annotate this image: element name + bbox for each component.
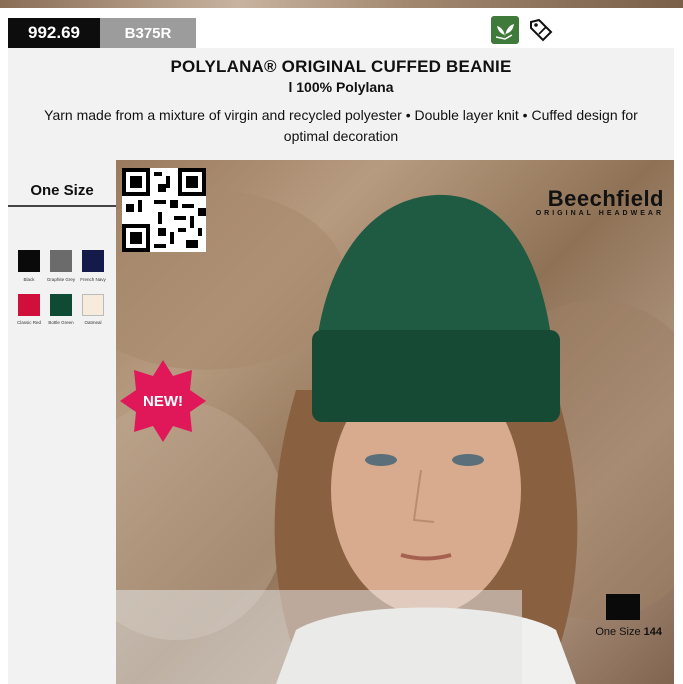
size-divider xyxy=(8,205,116,207)
price-code-text: 992.69 xyxy=(28,23,80,42)
new-badge-text: NEW! xyxy=(143,392,183,410)
swatch-label-oatmeal: Oatmeal xyxy=(84,320,102,325)
brand-logo: Beechfield ORIGINAL HEADWEAR xyxy=(535,186,664,218)
size-heading: One Size xyxy=(30,182,94,199)
qr-code[interactable] xyxy=(122,168,206,252)
carton-size: One Size 144 xyxy=(576,626,662,638)
product-header: POLYLANA® ORIGINAL CUFFED BEANIE l 100% … xyxy=(8,48,674,160)
photo-bottom-panel xyxy=(116,590,522,684)
size-color-sidebar: One Size Black Graphite Grey French Navy… xyxy=(8,160,116,684)
swatch-bottle-green[interactable] xyxy=(50,294,72,316)
product-title: POLYLANA® ORIGINAL CUFFED BEANIE xyxy=(170,57,512,76)
new-badge: NEW! xyxy=(120,358,206,444)
swatch-label-french-navy: French Navy xyxy=(80,277,106,282)
sku-code: B375R xyxy=(100,18,196,48)
swatch-french-navy[interactable] xyxy=(82,250,104,272)
brand-tagline: ORIGINAL HEADWEAR xyxy=(535,210,664,217)
swatch-black[interactable] xyxy=(18,250,40,272)
swatch-graphite-grey[interactable] xyxy=(50,250,72,272)
product-photo: Beechfield ORIGINAL HEADWEAR NEW! One Si… xyxy=(116,160,674,684)
carton-size-label: One Size xyxy=(595,626,644,638)
carton-box-icon xyxy=(606,594,640,620)
product-subtitle: l 100% Polylana xyxy=(288,79,394,95)
product-description: Yarn made from a mixture of virgin and r… xyxy=(44,107,638,144)
swatch-classic-red[interactable] xyxy=(18,294,40,316)
price-code: 992.69 xyxy=(8,18,100,48)
eco-leaf-icon xyxy=(491,16,519,44)
swatch-oatmeal[interactable] xyxy=(82,294,104,316)
top-photo-strip xyxy=(0,0,683,8)
brand-name: Beechfield xyxy=(547,186,664,211)
carton-size-count: 144 xyxy=(643,626,662,638)
sku-code-text: B375R xyxy=(124,24,172,42)
sale-tag-icon xyxy=(527,16,555,44)
